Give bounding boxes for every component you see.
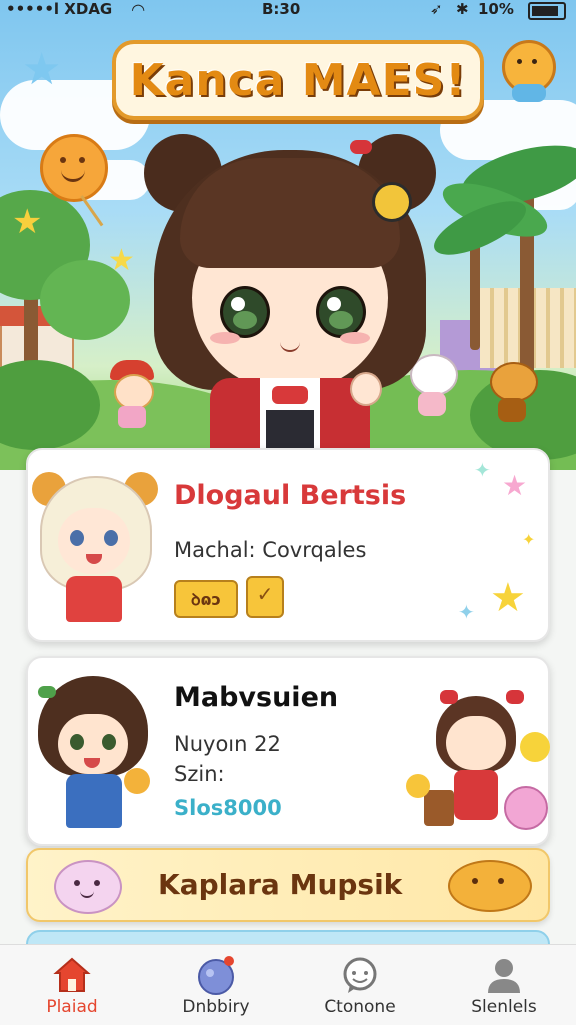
ghost-mascot-icon (54, 860, 122, 914)
star-icon: ✦ (522, 530, 536, 549)
tab-home[interactable]: Plaiad (0, 945, 144, 1025)
badge-button[interactable]: ꝺɷɔ (174, 580, 238, 618)
battery-icon (528, 2, 566, 20)
cookie-mascot-icon (448, 860, 532, 912)
chat-icon (340, 955, 380, 995)
card-level: Nuyoın 22 (174, 732, 281, 756)
clock: B:30 (262, 0, 301, 18)
chevron-down-icon: ✓ (256, 582, 274, 606)
tab-profile[interactable]: Slenlels (432, 945, 576, 1025)
chibi-fox (488, 362, 538, 424)
badge-label: ꝺɷɔ (191, 590, 221, 609)
app-title: Kanca MAES! (112, 40, 484, 120)
bottom-tab-bar: Plaiad Dnbbiry Ctonone Slenlels (0, 944, 576, 1025)
avatar-blonde-girl (32, 466, 158, 632)
globe-icon (196, 955, 236, 995)
mascot-body (512, 84, 546, 102)
star-icon: ★ (108, 243, 135, 278)
card-stat-label: Szin: (174, 762, 225, 786)
card-subtitle: Machal: Covrqales (174, 538, 367, 562)
card-title: Mabvsuien (174, 682, 339, 713)
wifi-icon: ◠ (132, 0, 145, 19)
tab-label: Plaiad (46, 997, 98, 1017)
smiley-balloon (40, 134, 108, 202)
tab-label: Ctonone (324, 997, 396, 1017)
star-icon: ★ (502, 469, 528, 502)
status-bar: •••••l XDAG ◠ B:30 ➶ ✱ 10% (0, 0, 576, 20)
character-card-2[interactable]: Mabvsuien Nuyoın 22 Szin: Slos8000 (26, 656, 550, 846)
star-icon: ★ (12, 202, 43, 242)
tab-label: Dnbbiry (182, 997, 250, 1017)
tab-explore[interactable]: Dnbbiry (144, 945, 288, 1025)
main-character (140, 110, 440, 470)
carrier-label: •••••l XDAG (6, 0, 113, 18)
promo-banner[interactable]: Kaplara Mupsik (26, 848, 550, 922)
star-icon: ★ (490, 575, 526, 621)
bluetooth-icon: ✱ (456, 0, 469, 18)
card-score: Slos8000 (174, 796, 282, 820)
home-icon (52, 955, 92, 995)
star-icon: ✦ (458, 600, 475, 624)
star-icon: ✦ (474, 458, 491, 482)
star-icon: ★ (22, 44, 62, 95)
location-icon: ➶ (430, 0, 443, 18)
battery-percent: 10% (478, 0, 514, 18)
tab-label: Slenlels (471, 997, 537, 1017)
banner-label: Kaplara Mupsik (158, 868, 403, 901)
avatar-brown-boy (28, 666, 156, 836)
card-title: Dlogaul Bertsis (174, 480, 407, 511)
chibi-group-illustration (406, 678, 550, 838)
tab-chat[interactable]: Ctonone (288, 945, 432, 1025)
hero-scene: ★ ★ ★ •••••l XDAG ◠ B:30 ➶ ✱ 10% Kanca M… (0, 0, 576, 470)
person-icon (484, 955, 524, 995)
character-card-1[interactable]: Dlogaul Bertsis Machal: Covrqales ꝺɷɔ ✓ … (26, 448, 550, 642)
hair-clip-icon (372, 182, 412, 222)
check-button[interactable]: ✓ (246, 576, 284, 618)
